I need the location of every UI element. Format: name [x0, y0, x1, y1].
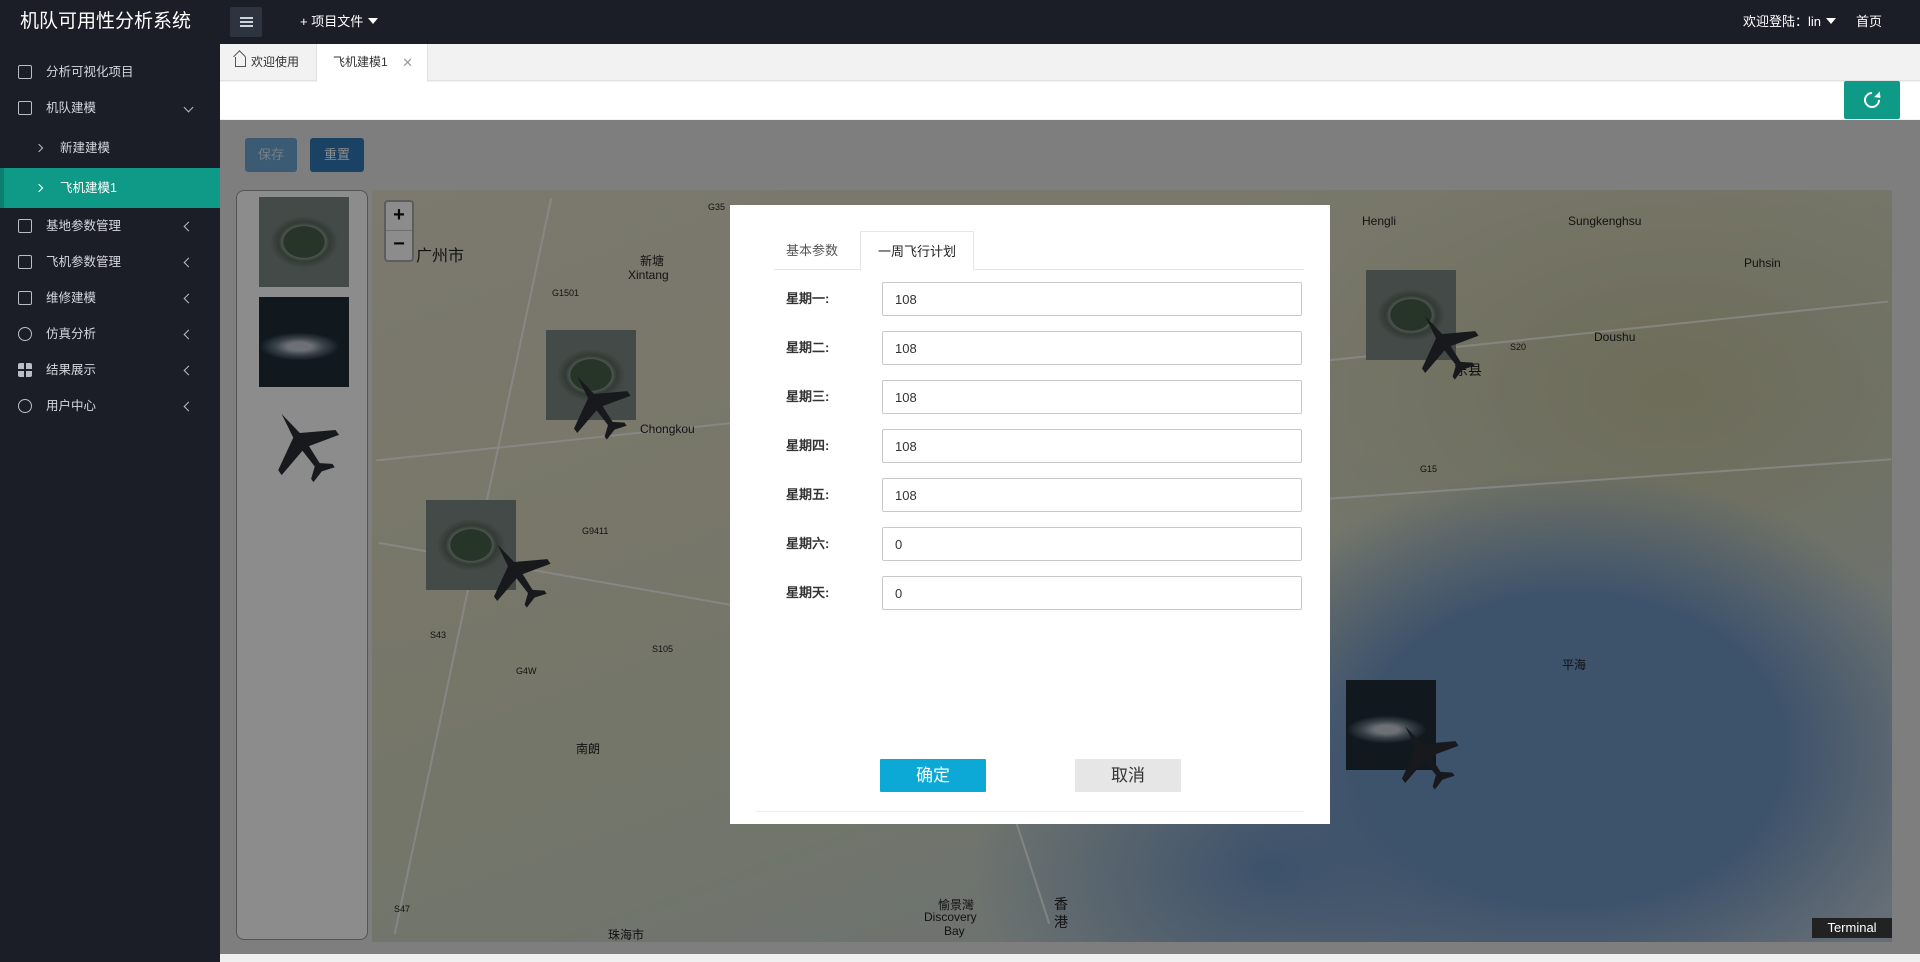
friday-input[interactable] [882, 478, 1302, 512]
user-icon [18, 399, 32, 413]
form-row-monday: 星期一: [786, 282, 1306, 316]
chevron-down-icon [183, 102, 194, 113]
tab-label: 飞机建模1 [333, 55, 388, 69]
form-row-tuesday: 星期二: [786, 331, 1306, 365]
sidebar-item-results[interactable]: 结果展示 [0, 352, 220, 388]
tab-label: 欢迎使用 [251, 55, 300, 69]
sidebar-subitem-new-model[interactable]: 新建建模 [0, 128, 220, 168]
tuesday-label: 星期二: [786, 340, 830, 355]
monday-input[interactable] [882, 282, 1302, 316]
saturday-input[interactable] [882, 527, 1302, 561]
sidebar: 分析可视化项目 机队建模 新建建模 飞机建模1 基地参数管理 飞机参数管理 维修… [0, 44, 220, 962]
chevron-left-icon [183, 329, 194, 340]
gear-icon [18, 327, 32, 341]
caret-down-icon [368, 18, 379, 25]
tab-bar: 欢迎使用 飞机建模1 ✕ [220, 44, 1920, 82]
caret-down-icon [1826, 18, 1837, 25]
chevron-left-icon [183, 365, 194, 376]
friday-label: 星期五: [786, 487, 830, 502]
sidebar-item-label: 基地参数管理 [46, 219, 122, 233]
form-row-sunday: 星期天: [786, 576, 1306, 610]
document-icon [18, 255, 32, 269]
dialog-footer-divider [756, 811, 1304, 812]
top-bar: 机队可用性分析系统 + 项目文件 欢迎登陆：lin 首页 [0, 0, 1920, 44]
project-file-menu[interactable]: + 项目文件 [300, 0, 379, 44]
tab-aircraft-model-1[interactable]: 飞机建模1 ✕ [316, 44, 428, 82]
sunday-input[interactable] [882, 576, 1302, 610]
sidebar-item-label: 分析可视化项目 [46, 65, 134, 79]
sidebar-item-label: 维修建模 [46, 291, 97, 305]
form-row-saturday: 星期六: [786, 527, 1306, 561]
chevron-left-icon [183, 221, 194, 232]
sidebar-item-simulation[interactable]: 仿真分析 [0, 316, 220, 352]
saturday-label: 星期六: [786, 536, 830, 551]
cube-icon [18, 101, 32, 115]
sidebar-item-fleet-modeling[interactable]: 机队建模 [0, 90, 220, 126]
monday-label: 星期一: [786, 291, 830, 306]
wednesday-label: 星期三: [786, 389, 830, 404]
chevron-right-icon [34, 143, 44, 153]
sidebar-item-maintenance-model[interactable]: 维修建模 [0, 280, 220, 316]
sidebar-item-label: 结果展示 [46, 363, 97, 377]
horizontal-scrollbar[interactable] [220, 954, 1920, 962]
thursday-input[interactable] [882, 429, 1302, 463]
project-file-label: + 项目文件 [300, 14, 364, 29]
close-icon[interactable]: ✕ [402, 44, 413, 81]
sidebar-item-visualization[interactable]: 分析可视化项目 [0, 54, 220, 90]
sidebar-item-label: 仿真分析 [46, 327, 97, 341]
menu-toggle-button[interactable] [230, 7, 262, 37]
tab-welcome[interactable]: 欢迎使用 [220, 44, 316, 81]
user-menu[interactable]: 欢迎登陆：lin [1743, 0, 1837, 44]
sidebar-item-label: 用户中心 [46, 399, 97, 413]
chevron-left-icon [183, 257, 194, 268]
hamburger-icon [239, 17, 253, 27]
thursday-label: 星期四: [786, 438, 830, 453]
document-icon [18, 291, 32, 305]
content-header [220, 82, 1920, 119]
chevron-left-icon [183, 293, 194, 304]
tab-weekly-flight-plan[interactable]: 一周飞行计划 [860, 231, 974, 271]
chevron-left-icon [183, 401, 194, 412]
tab-basic-params[interactable]: 基本参数 [774, 231, 860, 270]
sidebar-item-user-center[interactable]: 用户中心 [0, 388, 220, 424]
wednesday-input[interactable] [882, 380, 1302, 414]
tuesday-input[interactable] [882, 331, 1302, 365]
app-title: 机队可用性分析系统 [20, 11, 192, 32]
form-row-thursday: 星期四: [786, 429, 1306, 463]
terminal-tag[interactable]: Terminal [1812, 918, 1892, 938]
sidebar-item-label: 飞机参数管理 [46, 255, 122, 269]
chevron-right-icon [34, 183, 44, 193]
sidebar-item-label: 飞机建模1 [60, 181, 117, 195]
home-link[interactable]: 首页 [1856, 0, 1882, 44]
form-row-friday: 星期五: [786, 478, 1306, 512]
sidebar-item-base-params[interactable]: 基地参数管理 [0, 208, 220, 244]
home-icon [235, 57, 246, 67]
flight-plan-dialog: 基本参数 一周飞行计划 星期一: 星期二: 星期三: 星期四: 星期五: 星期六… [730, 205, 1330, 824]
document-icon [18, 219, 32, 233]
welcome-text: 欢迎登陆：lin [1743, 14, 1822, 29]
refresh-icon [1860, 88, 1884, 112]
grid-icon [18, 363, 32, 377]
sidebar-item-aircraft-params[interactable]: 飞机参数管理 [0, 244, 220, 280]
dialog-tabs: 基本参数 一周飞行计划 [774, 231, 1304, 271]
cancel-button[interactable]: 取消 [1075, 759, 1181, 792]
sidebar-item-label: 机队建模 [46, 101, 97, 115]
refresh-button[interactable] [1844, 81, 1900, 119]
confirm-button[interactable]: 确定 [880, 759, 986, 792]
sidebar-item-label: 新建建模 [60, 141, 111, 155]
sunday-label: 星期天: [786, 585, 830, 600]
sidebar-subitem-aircraft-model-1[interactable]: 飞机建模1 [0, 168, 220, 208]
dashboard-icon [18, 65, 32, 79]
form-row-wednesday: 星期三: [786, 380, 1306, 414]
